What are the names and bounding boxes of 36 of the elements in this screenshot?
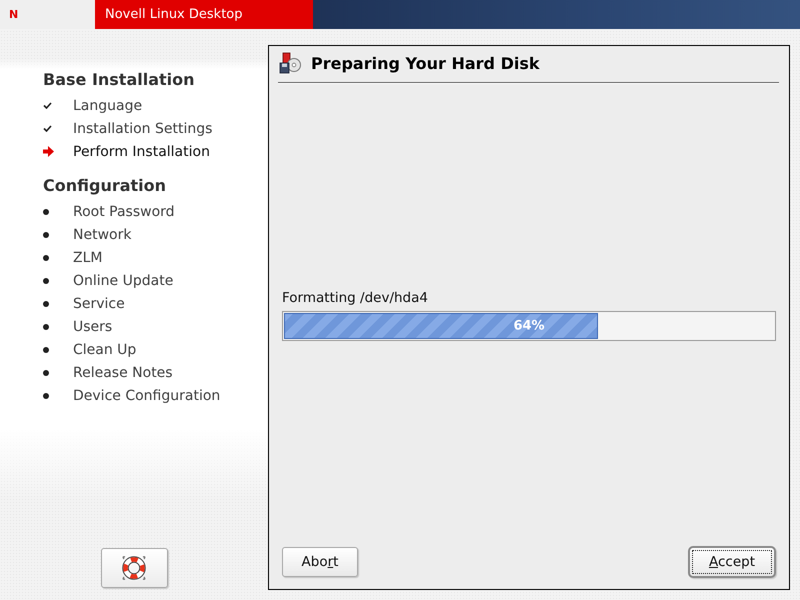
bullet-icon [43,254,49,260]
step-label: Users [73,318,112,334]
bullet-icon [43,278,49,284]
section-title: Base Installation [43,69,196,91]
step-label: Online Update [73,272,174,288]
step-label: Perform Installation [73,144,210,160]
bullet-icon [43,392,49,398]
arrow-icon [43,146,54,157]
dialog-button[interactable]: Accept [688,546,776,578]
step-label: ZLM [73,250,102,266]
brand-title: Novell Linux Desktop [105,7,242,22]
logo: N [9,8,18,21]
check-icon [43,102,52,109]
bullet-icon [43,232,49,238]
help-button[interactable] [100,548,168,588]
step-label: Service [73,296,125,312]
bullet-icon [43,370,49,376]
bullet-icon [43,324,49,330]
step-label: Root Password [73,204,175,220]
step-label: Network [73,226,132,242]
step-label: Release Notes [73,364,173,380]
bullet-icon [43,300,49,306]
step-label: Installation Settings [73,120,212,136]
step-label: Clean Up [73,342,136,358]
progress-label: Formatting /dev/hda4 [282,290,429,306]
disk-icon [279,52,301,74]
bullet-icon [43,346,49,352]
bullet-icon [43,208,49,214]
dialog-title: Preparing Your Hard Disk [311,54,540,72]
step-label: Device Configuration [73,388,220,404]
lifebuoy-icon [121,555,147,581]
section-title: Configuration [43,175,168,197]
step-label: Language [73,98,142,114]
progress-reading: 64% [513,318,545,333]
dialog-button[interactable]: Abort [282,547,358,577]
check-icon [43,125,52,132]
